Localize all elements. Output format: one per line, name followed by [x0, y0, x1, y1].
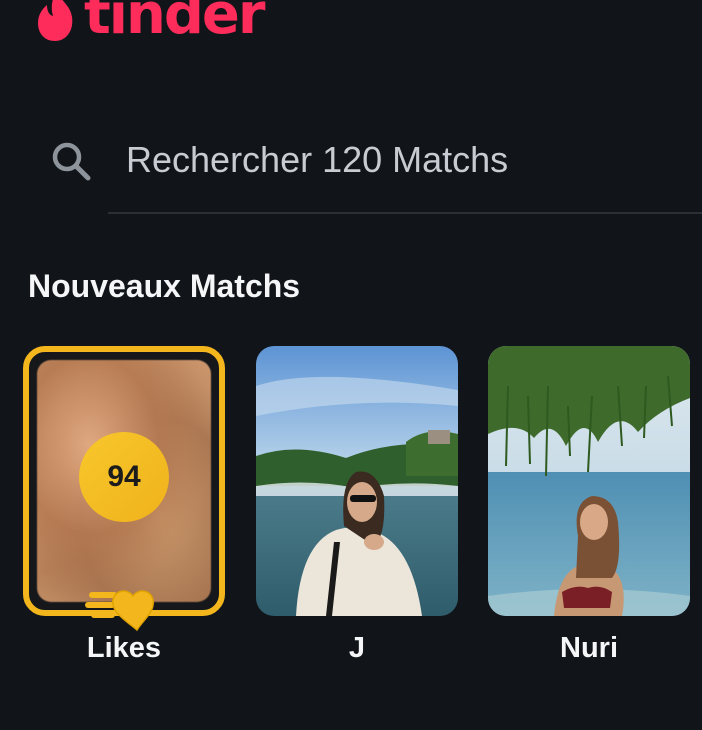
tinder-logo: tinder: [34, 0, 266, 47]
search-bar: [0, 110, 702, 214]
search-divider: [108, 212, 702, 214]
match-photo-nuri: [488, 346, 690, 616]
beach-photo-nuri: [488, 346, 690, 616]
lake-photo-j: [256, 346, 458, 616]
likes-label: Likes: [86, 632, 162, 664]
search-input[interactable]: [108, 132, 688, 188]
flame-icon: [38, 0, 73, 41]
match-name-nuri: Nuri: [560, 632, 618, 664]
match-card-nuri[interactable]: [488, 346, 690, 616]
likes-card[interactable]: 94: [23, 346, 225, 632]
match-photo-j: [256, 346, 458, 616]
match-card-j[interactable]: [256, 346, 458, 616]
gold-heart-icon: [85, 590, 154, 632]
match-name-j: J: [348, 632, 366, 664]
likes-count-badge: 94: [79, 432, 169, 522]
search-icon: [52, 142, 91, 181]
logo-text: tinder: [84, 0, 266, 47]
matches-screen: tinder Nouveaux Matchs 94: [0, 0, 702, 730]
section-title-new-matches: Nouveaux Matchs: [28, 268, 301, 304]
